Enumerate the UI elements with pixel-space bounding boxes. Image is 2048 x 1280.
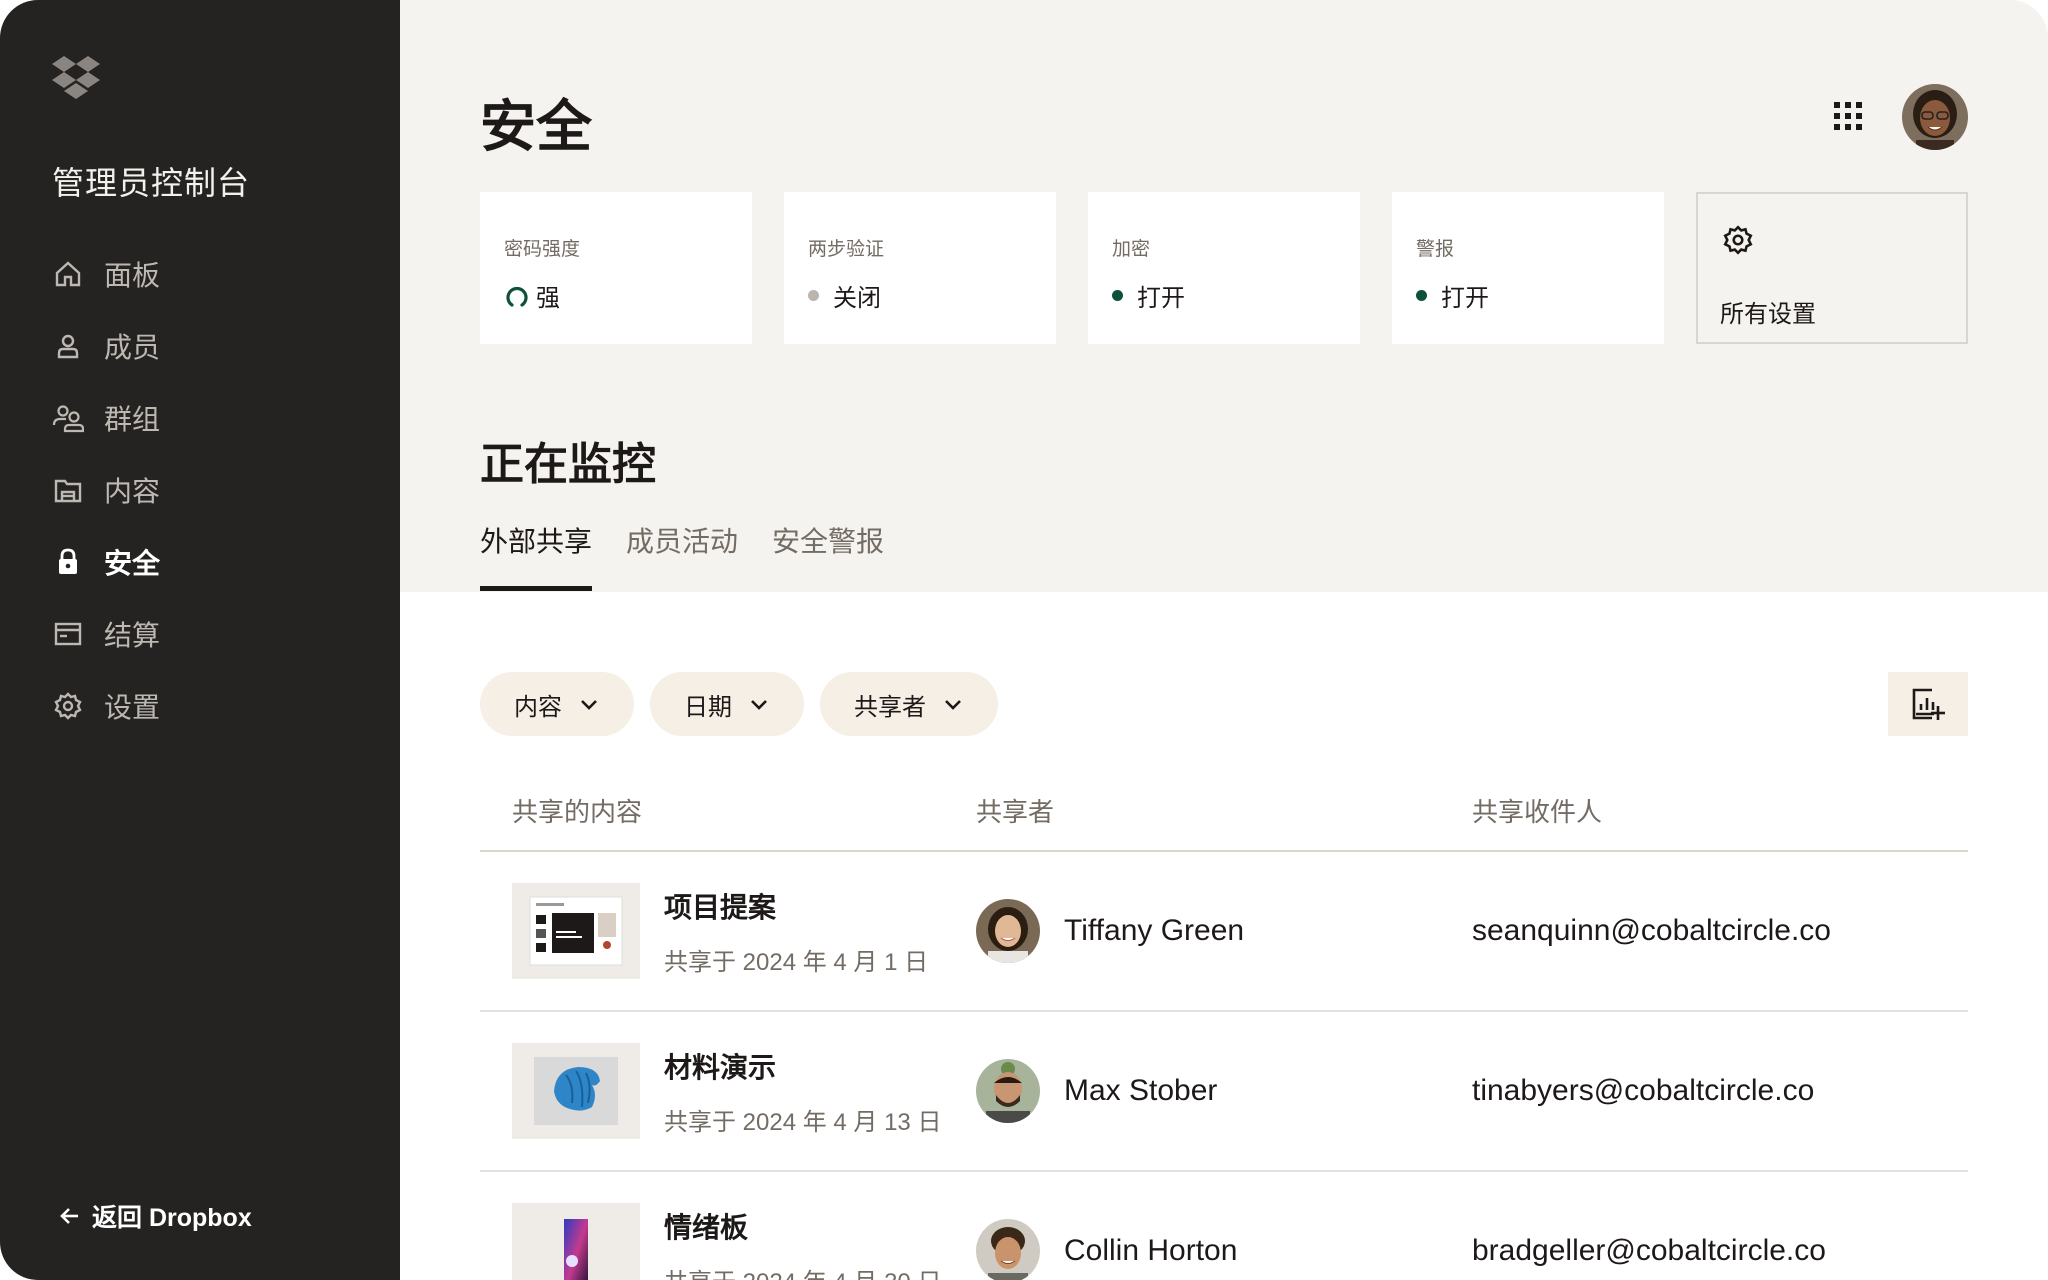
group-icon: [52, 402, 84, 434]
person-icon: [52, 330, 84, 362]
sidebar-item-dashboard[interactable]: 面板: [52, 238, 372, 310]
arrow-left-icon: [58, 1204, 82, 1228]
tab-member-activity[interactable]: 成员活动: [626, 520, 738, 592]
sidebar-item-members[interactable]: 成员: [52, 310, 372, 382]
filter-date-dropdown[interactable]: 日期: [650, 672, 804, 736]
card-two-step-verification[interactable]: 两步验证 关闭: [784, 192, 1056, 344]
table-row[interactable]: 材料演示 共享于 2024 年 4 月 13 日 Max Stober tina…: [480, 1012, 1968, 1172]
filter-bar: 内容 日期 共享者: [480, 672, 1014, 736]
card-label: 密码强度: [504, 239, 581, 260]
chevron-down-icon: [578, 693, 600, 715]
card-alerts[interactable]: 警报 打开: [1392, 192, 1664, 344]
create-report-button[interactable]: [1888, 672, 1968, 736]
sidebar-nav: 面板 成员 群组 内容 安全 结算 设置: [52, 238, 372, 742]
sharer-name: Collin Horton: [1064, 1234, 1238, 1267]
card-value: 强: [536, 285, 560, 312]
filter-label: 共享者: [854, 693, 926, 721]
card-value: 打开: [1441, 285, 1489, 312]
recipient-email: bradgeller@cobaltcircle.co: [1472, 1234, 1826, 1267]
sidebar-item-content[interactable]: 内容: [52, 454, 372, 526]
all-settings-label: 所有设置: [1720, 301, 1816, 328]
share-date: 共享于 2024 年 4 月 1 日: [664, 948, 929, 976]
page-title: 安全: [480, 95, 592, 158]
sharer-name: Tiffany Green: [1064, 914, 1245, 947]
folder-icon: [52, 474, 84, 506]
home-icon: [52, 258, 84, 290]
strength-ring-icon: [504, 283, 530, 309]
recipient-email: seanquinn@cobaltcircle.co: [1472, 914, 1831, 947]
card-value: 关闭: [833, 285, 881, 312]
share-date: 共享于 2024 年 4 月 30 日: [664, 1262, 941, 1280]
sidebar-item-label: 面板: [104, 260, 161, 291]
monitoring-tabs: 外部共享 成员活动 安全警报: [480, 520, 918, 592]
filter-content-dropdown[interactable]: 内容: [480, 672, 634, 736]
card-label: 警报: [1416, 239, 1455, 260]
filter-label: 日期: [684, 693, 732, 721]
sharer-avatar: [976, 1219, 1040, 1280]
tab-external-sharing[interactable]: 外部共享: [480, 520, 593, 592]
back-link-label: 返回 Dropbox: [92, 1204, 252, 1232]
shared-content-table: 共享的内容 共享者 共享收件人 项目提案 共享于 2024 年 4 月 1 日 …: [480, 770, 1968, 1280]
all-settings-card[interactable]: 所有设置: [1696, 192, 1968, 344]
chevron-down-icon: [748, 693, 770, 715]
sidebar-item-label: 结算: [104, 620, 161, 651]
sidebar-item-label: 安全: [104, 548, 161, 579]
card-label: 加密: [1112, 239, 1151, 260]
sidebar: 管理员控制台 面板 成员 群组 内容 安全 结算 设置 返回 Dropbox: [0, 0, 400, 1280]
sidebar-item-label: 设置: [104, 692, 161, 723]
card-value: 打开: [1137, 285, 1185, 312]
monitoring-title: 正在监控: [480, 440, 656, 489]
gear-icon: [1722, 224, 1754, 261]
file-thumbnail[interactable]: [512, 1203, 640, 1280]
back-to-dropbox-link[interactable]: 返回 Dropbox: [58, 1198, 252, 1234]
card-encryption[interactable]: 加密 打开: [1088, 192, 1360, 344]
column-header-recipient[interactable]: 共享收件人: [1472, 792, 1968, 829]
recipient-email: tinabyers@cobaltcircle.co: [1472, 1074, 1815, 1107]
file-thumbnail[interactable]: [512, 1043, 640, 1139]
status-dot-icon: [1416, 290, 1427, 301]
billing-icon: [52, 618, 84, 650]
card-label: 两步验证: [808, 239, 885, 260]
sidebar-item-settings[interactable]: 设置: [52, 670, 372, 742]
admin-console-title: 管理员控制台: [52, 165, 251, 201]
sidebar-item-billing[interactable]: 结算: [52, 598, 372, 670]
card-password-strength[interactable]: 密码强度 强: [480, 192, 752, 344]
filter-sharer-dropdown[interactable]: 共享者: [820, 672, 998, 736]
sharer-name: Max Stober: [1064, 1074, 1218, 1107]
chevron-down-icon: [942, 693, 964, 715]
sidebar-item-security[interactable]: 安全: [52, 526, 372, 598]
table-row[interactable]: 项目提案 共享于 2024 年 4 月 1 日 Tiffany Green se…: [480, 852, 1968, 1012]
sharer-avatar: [976, 1059, 1040, 1123]
file-name[interactable]: 情绪板: [664, 1206, 941, 1246]
gear-icon: [52, 690, 84, 722]
file-thumbnail[interactable]: [512, 883, 640, 979]
app-grid-icon[interactable]: [1832, 100, 1864, 132]
sidebar-item-groups[interactable]: 群组: [52, 382, 372, 454]
dropbox-logo-icon[interactable]: [52, 56, 100, 100]
file-name[interactable]: 材料演示: [664, 1046, 941, 1086]
report-add-icon: [1912, 688, 1945, 720]
sidebar-item-label: 成员: [104, 332, 161, 363]
status-dot-icon: [808, 290, 819, 301]
sharer-avatar: [976, 899, 1040, 963]
column-header-sharer[interactable]: 共享者: [976, 792, 1472, 829]
file-name[interactable]: 项目提案: [664, 886, 928, 926]
tab-security-alerts[interactable]: 安全警报: [772, 520, 884, 592]
sidebar-item-label: 群组: [104, 404, 161, 435]
sidebar-item-label: 内容: [104, 476, 161, 507]
table-row[interactable]: 情绪板 共享于 2024 年 4 月 30 日 Collin Horton br…: [480, 1172, 1968, 1280]
share-date: 共享于 2024 年 4 月 13 日: [664, 1108, 942, 1136]
column-header-content[interactable]: 共享的内容: [480, 792, 976, 829]
table-header: 共享的内容 共享者 共享收件人: [480, 770, 1968, 852]
status-dot-icon: [1112, 290, 1123, 301]
lock-icon: [52, 546, 84, 578]
filter-label: 内容: [514, 693, 562, 721]
user-avatar[interactable]: [1902, 84, 1968, 150]
